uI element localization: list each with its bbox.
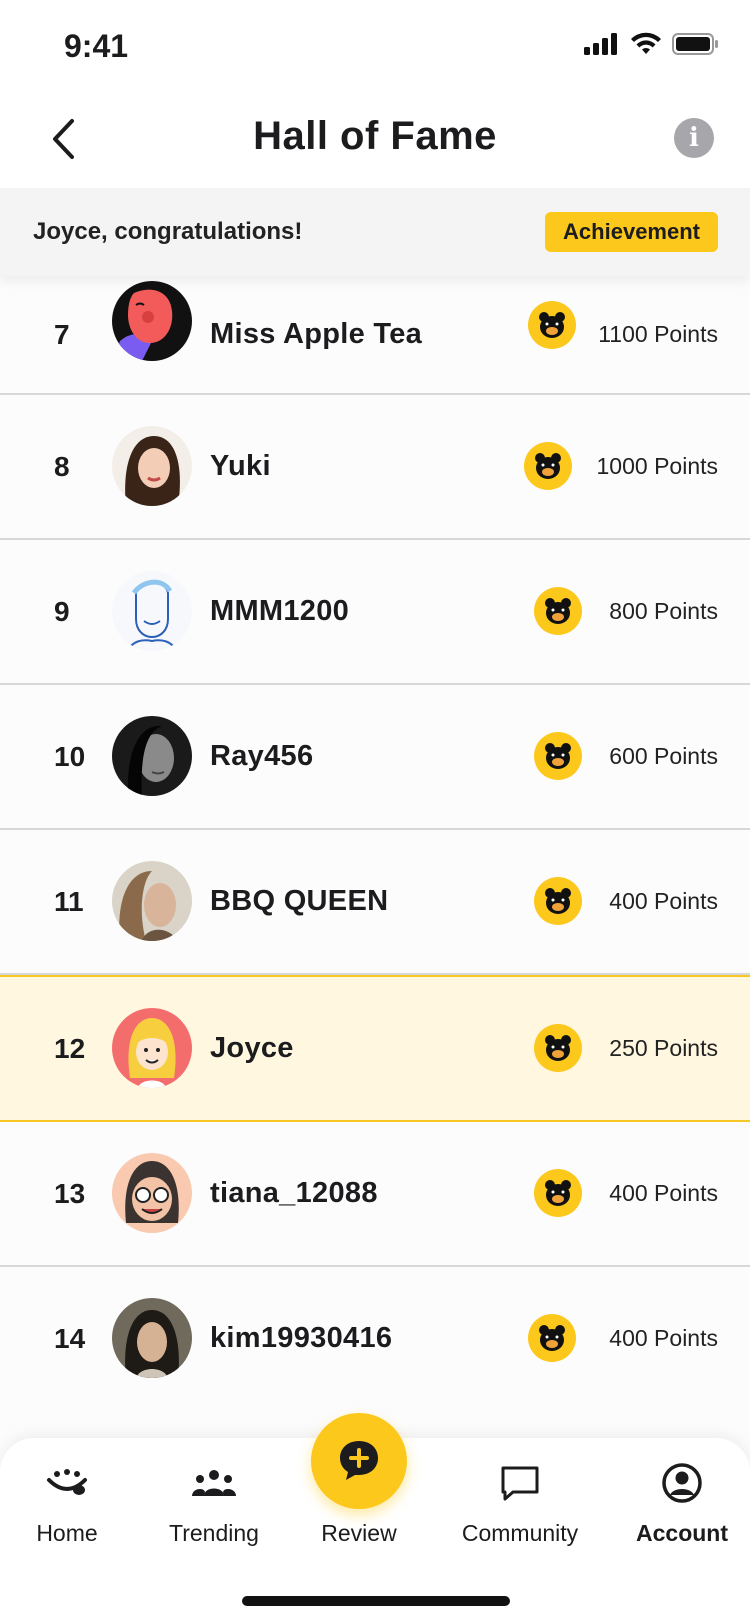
rank-number: 10 bbox=[54, 740, 86, 772]
rank-number: 12 bbox=[54, 1032, 86, 1064]
tab-home[interactable]: Home bbox=[0, 1458, 142, 1547]
avatar bbox=[112, 1298, 192, 1378]
avatar bbox=[112, 426, 192, 506]
user-name: Miss Apple Tea bbox=[210, 318, 423, 350]
avatar bbox=[112, 571, 192, 651]
points-label: 250 Points bbox=[609, 1035, 718, 1061]
leaderboard-row[interactable]: 11 BBQ QUEEN 400 Points bbox=[0, 830, 750, 975]
user-name: Ray456 bbox=[210, 740, 314, 772]
status-bar: 9:41 bbox=[0, 0, 750, 90]
avatar bbox=[112, 1008, 192, 1088]
tab-community[interactable]: Community bbox=[445, 1458, 595, 1547]
tab-label: Trending bbox=[169, 1520, 259, 1546]
rank-number: 13 bbox=[54, 1177, 86, 1209]
user-name: Yuki bbox=[210, 450, 271, 482]
leaderboard-row-current-user[interactable]: 12 Joyce 250 Points bbox=[0, 975, 750, 1122]
rank-number: 14 bbox=[54, 1322, 86, 1354]
avatar bbox=[112, 281, 192, 361]
leaderboard-row[interactable]: 13 tiana_12088 400 Points bbox=[0, 1122, 750, 1267]
people-icon bbox=[190, 1458, 238, 1508]
rank-number: 7 bbox=[54, 318, 70, 350]
info-icon: i bbox=[689, 123, 699, 153]
points-label: 1100 Points bbox=[598, 321, 718, 347]
user-name: BBQ QUEEN bbox=[210, 885, 389, 917]
header: Hall of Fame i bbox=[0, 90, 750, 188]
user-name: Joyce bbox=[210, 1032, 294, 1064]
leaderboard-list: 7 Miss Apple Tea 1100 Points 8 Yuki 1000… bbox=[0, 276, 750, 1410]
leaderboard-row[interactable]: 10 Ray456 600 Points bbox=[0, 685, 750, 830]
bear-badge-icon bbox=[534, 1024, 582, 1072]
home-icon bbox=[45, 1458, 89, 1508]
tab-trending[interactable]: Trending bbox=[139, 1458, 289, 1547]
tab-account[interactable]: Account bbox=[607, 1458, 750, 1547]
tab-label: Review bbox=[321, 1520, 397, 1546]
achievement-button[interactable]: Achievement bbox=[545, 212, 718, 252]
home-indicator bbox=[242, 1596, 510, 1606]
rank-number: 9 bbox=[54, 595, 70, 627]
bear-badge-icon bbox=[534, 587, 582, 635]
points-label: 400 Points bbox=[609, 1325, 718, 1351]
congrats-message: Joyce, congratulations! bbox=[33, 218, 303, 245]
rank-number: 8 bbox=[54, 450, 70, 482]
tab-label: Community bbox=[461, 1520, 579, 1546]
bear-badge-icon bbox=[528, 1314, 576, 1362]
avatar bbox=[112, 716, 192, 796]
rank-number: 11 bbox=[54, 885, 84, 917]
bear-badge-icon bbox=[534, 1169, 582, 1217]
status-icons bbox=[584, 32, 720, 56]
congrats-banner: Joyce, congratulations! Achievement bbox=[0, 188, 750, 276]
bear-badge-icon bbox=[528, 301, 576, 349]
leaderboard-row[interactable]: 9 MMM1200 800 Points bbox=[0, 540, 750, 685]
leaderboard-row[interactable]: 14 kim19930416 400 Points bbox=[0, 1267, 750, 1410]
leaderboard-row[interactable]: 7 Miss Apple Tea 1100 Points bbox=[0, 276, 750, 395]
wifi-icon bbox=[631, 32, 661, 54]
tab-label: Home bbox=[36, 1520, 98, 1546]
points-label: 400 Points bbox=[609, 888, 718, 914]
add-review-icon bbox=[340, 1441, 378, 1480]
review-fab-button[interactable] bbox=[311, 1413, 407, 1509]
bear-badge-icon bbox=[534, 877, 582, 925]
avatar bbox=[112, 1153, 192, 1233]
account-icon bbox=[661, 1458, 703, 1508]
status-time: 9:41 bbox=[64, 28, 129, 64]
tab-label: Account bbox=[636, 1520, 728, 1546]
avatar bbox=[112, 861, 192, 941]
points-label: 1000 Points bbox=[596, 453, 718, 479]
points-label: 600 Points bbox=[609, 743, 718, 769]
user-name: MMM1200 bbox=[210, 595, 350, 627]
bear-badge-icon bbox=[524, 442, 572, 490]
leaderboard-row[interactable]: 8 Yuki 1000 Points bbox=[0, 395, 750, 540]
signal-icon bbox=[584, 33, 617, 55]
user-name: tiana_12088 bbox=[210, 1177, 378, 1209]
user-name: kim19930416 bbox=[210, 1322, 393, 1354]
points-label: 400 Points bbox=[609, 1180, 718, 1206]
battery-icon bbox=[672, 33, 718, 55]
page-title: Hall of Fame bbox=[253, 114, 497, 158]
points-label: 800 Points bbox=[609, 598, 718, 624]
chat-bubble-icon bbox=[499, 1458, 541, 1508]
bear-badge-icon bbox=[534, 732, 582, 780]
info-button[interactable]: i bbox=[674, 118, 714, 158]
